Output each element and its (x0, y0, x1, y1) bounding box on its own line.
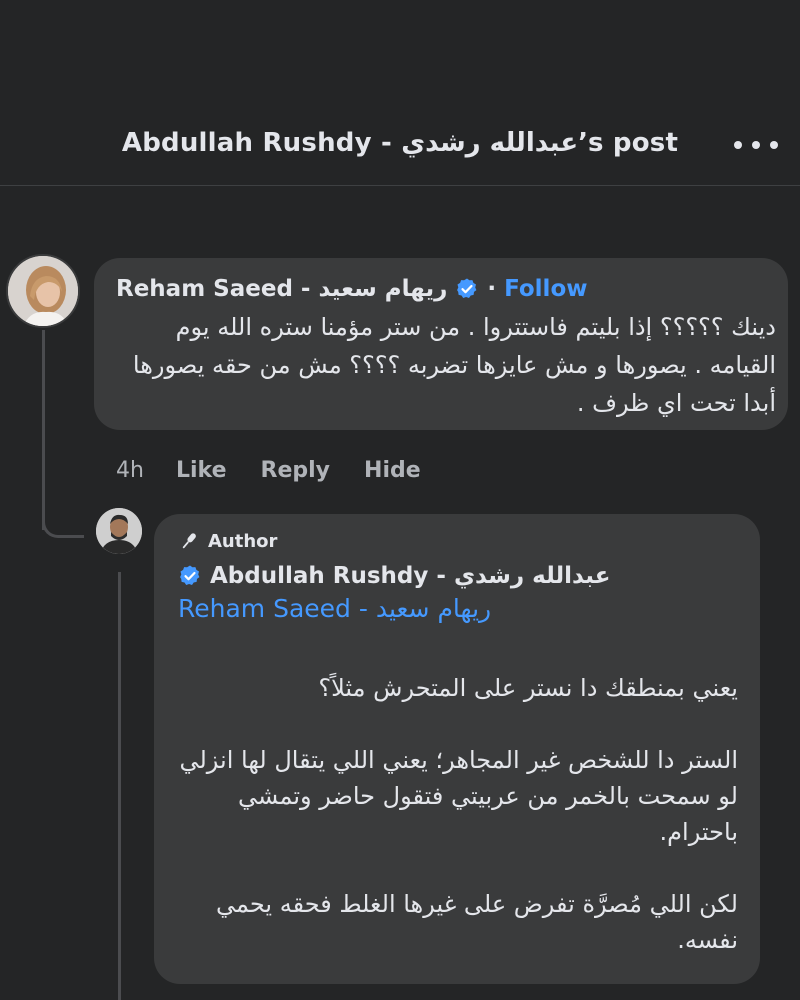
reply-author-avatar[interactable] (96, 508, 142, 554)
hide-button[interactable]: Hide (364, 458, 421, 483)
comment-timestamp[interactable]: 4h (116, 458, 176, 483)
reply-paragraph: يعني بمنطقك دا نستر على المتحرش مثلاً؟ (318, 674, 738, 702)
more-dot (770, 141, 778, 149)
verified-badge-icon (180, 565, 200, 585)
separator-dot: · (487, 276, 497, 302)
reply-paragraph: لكن اللي مُصرَّة تفرض على غيرها الغلط فح… (216, 890, 738, 954)
author-badge-label: Author (208, 530, 278, 552)
thread-connector (42, 498, 84, 538)
commenter-avatar[interactable] (6, 254, 80, 328)
reply-header: Abdullah Rushdy - عبدالله رشدي (178, 560, 610, 592)
post-comments-screen: Abdullah Rushdy - عبدالله رشدي’s post Re… (0, 0, 800, 1000)
post-header: Abdullah Rushdy - عبدالله رشدي’s post (0, 0, 800, 186)
thread-line (118, 572, 121, 1000)
page-title: Abdullah Rushdy - عبدالله رشدي’s post (121, 128, 679, 158)
follow-button[interactable]: Follow (504, 276, 587, 302)
more-horizontal-icon (734, 141, 742, 149)
reply-text: يعني بمنطقك دا نستر على المتحرش مثلاً؟ ا… (176, 670, 738, 958)
mention-link[interactable]: Reham Saeed - ريهام سعيد (178, 594, 491, 628)
more-dot (752, 141, 760, 149)
avatar-photo (8, 256, 78, 326)
reply-button[interactable]: Reply (261, 458, 331, 483)
comment-header: Reham Saeed - ريهام سعيد · Follow (116, 272, 588, 306)
author-badge: Author (178, 528, 277, 554)
reply-paragraph: الستر دا للشخص غير المجاهر؛ يعني اللي يت… (179, 746, 738, 846)
comment-text: دينك ؟؟؟؟؟ إذا بليتم فاستتروا . من ستر م… (132, 313, 776, 417)
verified-badge-icon (457, 278, 477, 298)
commenter-name[interactable]: Reham Saeed - ريهام سعيد (116, 276, 447, 302)
reply-author-name[interactable]: Abdullah Rushdy - عبدالله رشدي (210, 563, 610, 589)
comment-actions: 4h Like Reply Hide (116, 452, 455, 488)
more-options-button[interactable] (734, 130, 778, 160)
microphone-icon (182, 533, 196, 549)
avatar-photo (96, 508, 142, 554)
like-button[interactable]: Like (176, 458, 227, 483)
